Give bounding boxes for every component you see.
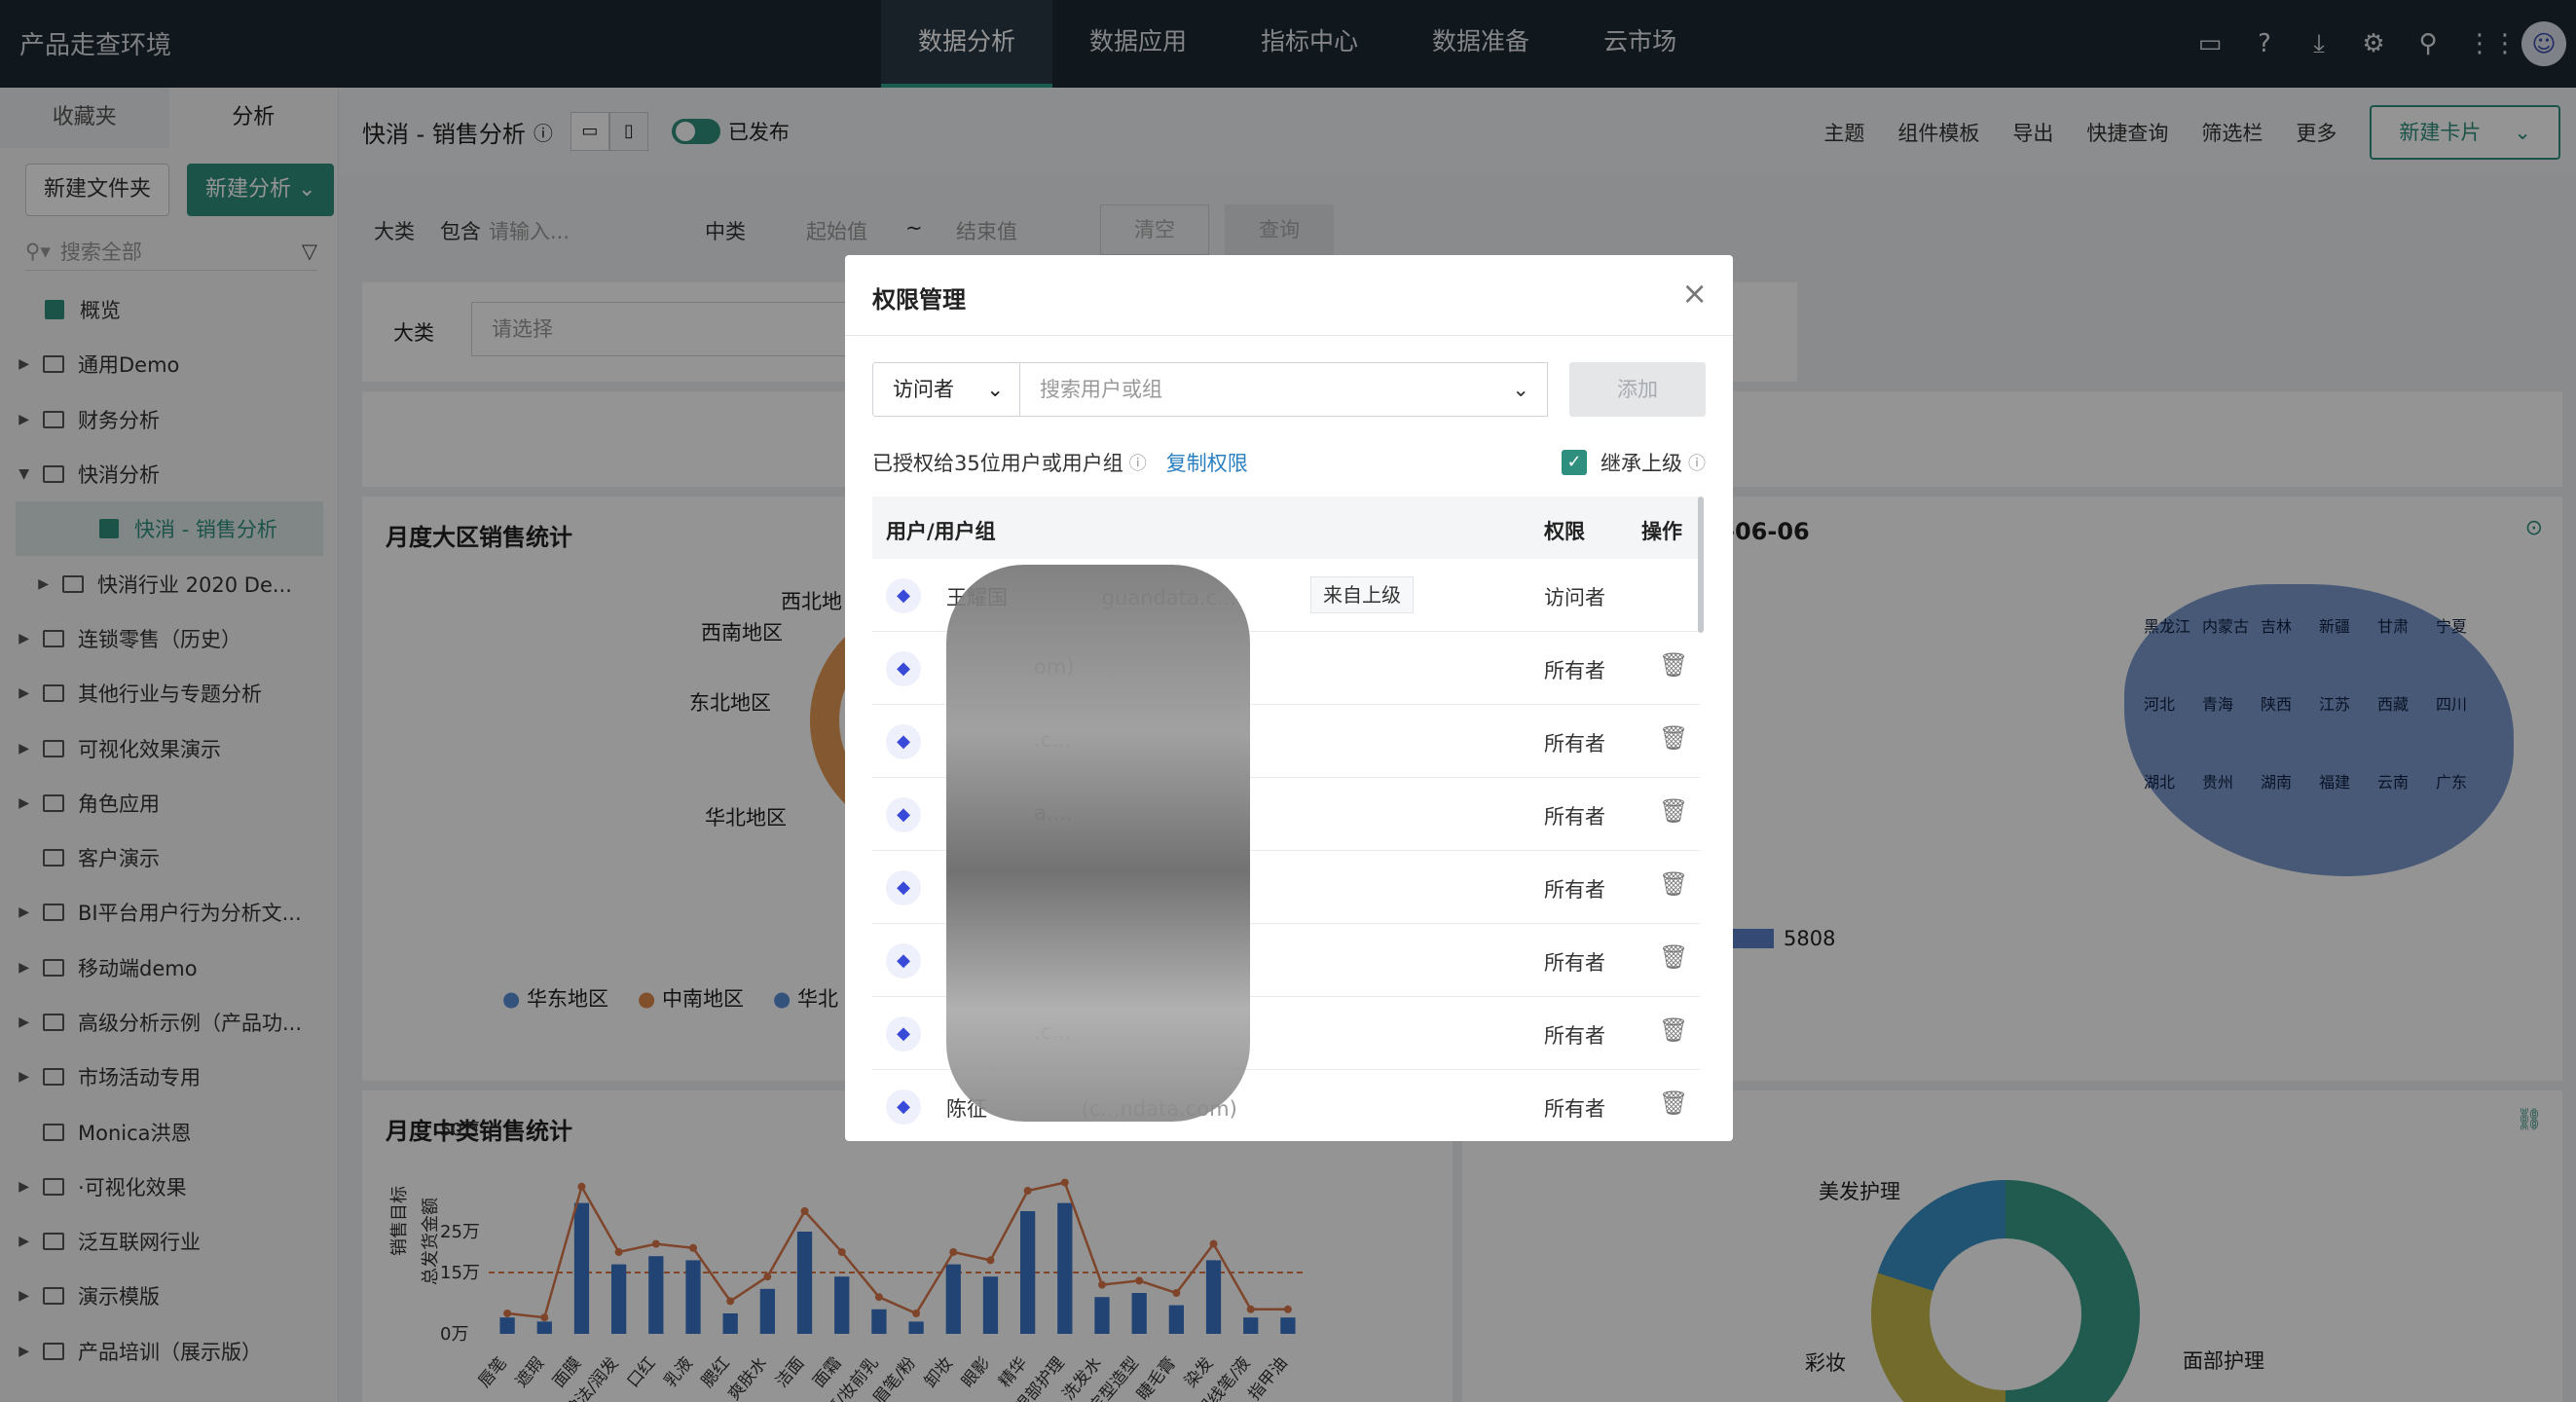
- inherited-tag: 来自上级: [1310, 576, 1414, 613]
- permission-value[interactable]: 所有者: [1544, 801, 1605, 830]
- redacted-overlay: [946, 565, 1250, 1122]
- delete-icon[interactable]: 🗑: [1659, 797, 1688, 825]
- user-avatar-icon: ◆: [886, 651, 921, 686]
- granted-text: 已授权给35位用户或用户组: [872, 452, 1123, 475]
- inherit-checkbox[interactable]: ✓: [1562, 450, 1587, 475]
- permission-value[interactable]: 所有者: [1544, 947, 1605, 977]
- copy-permissions-link[interactable]: 复制权限: [1166, 448, 1248, 477]
- delete-icon[interactable]: 🗑: [1659, 1016, 1688, 1044]
- user-search-placeholder: 搜索用户或组: [1040, 378, 1162, 401]
- permission-value[interactable]: 所有者: [1544, 728, 1605, 757]
- inherit-option[interactable]: ✓ 继承上级 ⓘ: [1562, 448, 1706, 477]
- user-avatar-icon: ◆: [886, 870, 921, 905]
- user-avatar-icon: ◆: [886, 724, 921, 759]
- role-select-value: 访问者: [893, 378, 954, 401]
- delete-icon[interactable]: 🗑: [1659, 724, 1688, 752]
- add-button[interactable]: 添加: [1569, 362, 1706, 417]
- modal-title: 权限管理: [872, 286, 966, 314]
- permission-value[interactable]: 所有者: [1544, 655, 1605, 684]
- col-operation: 操作: [1641, 520, 1682, 543]
- user-avatar-icon: ◆: [886, 1016, 921, 1052]
- col-user: 用户/用户组: [886, 520, 996, 543]
- permission-value[interactable]: 所有者: [1544, 1020, 1605, 1050]
- chevron-down-icon: ⌄: [986, 378, 1004, 401]
- permission-value[interactable]: 所有者: [1544, 874, 1605, 904]
- permission-value[interactable]: 所有者: [1544, 1093, 1605, 1123]
- divider: [845, 335, 1733, 336]
- user-avatar-icon: ◆: [886, 578, 921, 613]
- table-header: 用户/用户组 权限 操作: [872, 497, 1700, 559]
- help-icon[interactable]: ⓘ: [1688, 450, 1706, 475]
- permission-value[interactable]: 访问者: [1544, 582, 1605, 611]
- delete-icon[interactable]: 🗑: [1659, 1089, 1688, 1117]
- user-avatar-icon: ◆: [886, 1089, 921, 1125]
- col-permission: 权限: [1544, 520, 1585, 543]
- chevron-down-icon: ⌄: [1512, 378, 1529, 401]
- modal-scrollbar[interactable]: [1698, 497, 1704, 633]
- user-avatar-icon: ◆: [886, 797, 921, 832]
- help-icon[interactable]: ⓘ: [1129, 450, 1147, 475]
- delete-icon[interactable]: 🗑: [1659, 870, 1688, 898]
- close-icon[interactable]: ×: [1681, 275, 1708, 312]
- inherit-label: 继承上级: [1601, 452, 1682, 475]
- granted-info: 已授权给35位用户或用户组 ⓘ 复制权限: [872, 448, 1248, 477]
- user-search-select[interactable]: 搜索用户或组 ⌄: [1020, 362, 1548, 417]
- role-select[interactable]: 访问者 ⌄: [872, 362, 1020, 417]
- delete-icon[interactable]: 🗑: [1659, 651, 1688, 679]
- delete-icon[interactable]: 🗑: [1659, 943, 1688, 971]
- user-avatar-icon: ◆: [886, 943, 921, 978]
